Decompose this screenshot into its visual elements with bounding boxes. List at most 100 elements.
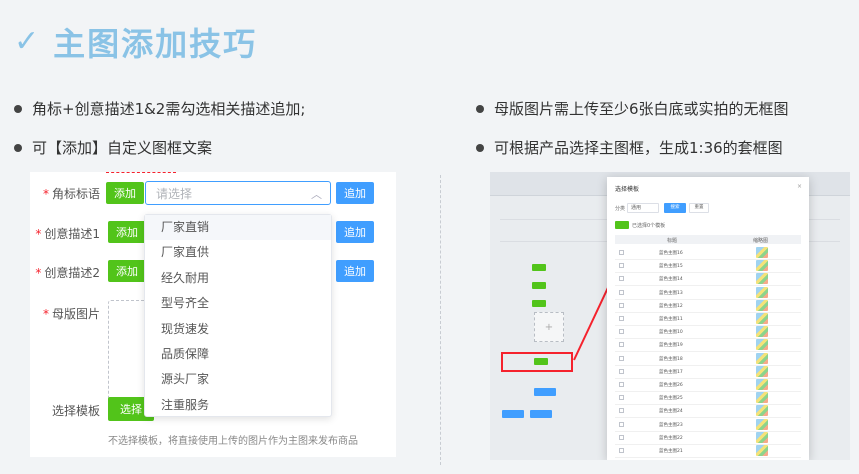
bullet-text: 角标+创意描述1&2需勾选相关描述追加; bbox=[32, 100, 306, 118]
table-row[interactable]: 蓝色主图10 bbox=[615, 325, 801, 340]
table-row[interactable]: 蓝色主图15 bbox=[615, 259, 801, 274]
checkbox[interactable] bbox=[619, 316, 624, 321]
dropdown-option[interactable]: 厂家直供 bbox=[145, 240, 331, 265]
row-title: 蓝色主图19 bbox=[659, 343, 683, 349]
add-corner-button[interactable]: 添加 bbox=[106, 182, 144, 204]
row-title: 蓝色主图21 bbox=[659, 449, 683, 454]
checkbox[interactable] bbox=[619, 289, 624, 295]
row-title: 蓝色主图15 bbox=[659, 264, 683, 270]
append-corner-button[interactable]: 追加 bbox=[336, 182, 374, 204]
table-row[interactable]: 蓝色主图23 bbox=[615, 418, 801, 432]
thumbnail-image bbox=[756, 418, 768, 430]
template-label: 选择模板 bbox=[51, 404, 100, 418]
thumbnail-image bbox=[756, 260, 768, 272]
append-desc1-button[interactable]: 追加 bbox=[336, 221, 374, 243]
table-row[interactable]: 蓝色主图11 bbox=[615, 312, 801, 326]
add-desc2-button[interactable]: 添加 bbox=[108, 260, 146, 282]
corner-select[interactable]: 请选择 ︿ bbox=[145, 181, 331, 205]
bullet-dot-icon bbox=[476, 104, 484, 113]
thumbnail-image bbox=[756, 405, 768, 417]
checkbox[interactable] bbox=[619, 329, 624, 335]
table-row[interactable]: 蓝色主图21 bbox=[615, 444, 801, 458]
checkbox[interactable] bbox=[619, 342, 624, 348]
checkbox[interactable] bbox=[619, 448, 624, 453]
checkbox[interactable] bbox=[619, 421, 624, 427]
page-title: 主图添加技巧 bbox=[53, 25, 258, 63]
table-row[interactable]: 蓝色主图12 bbox=[615, 299, 801, 313]
table-row[interactable]: 蓝色主图17 bbox=[615, 365, 801, 379]
table-row[interactable]: 蓝色主图13 bbox=[615, 286, 801, 300]
check-icon: ✓ bbox=[14, 24, 40, 59]
filter-select[interactable]: 通用 bbox=[627, 203, 659, 213]
checkbox[interactable] bbox=[619, 276, 624, 282]
modal-title: 选择模板 bbox=[615, 186, 640, 193]
corner-dropdown: 厂家直销 厂家直供 经久耐用 型号齐全 现货速发 品质保障 源头厂家 注重服务 bbox=[144, 214, 332, 417]
thumbnail-image bbox=[756, 352, 768, 364]
table-row[interactable]: 蓝色主图22 bbox=[615, 431, 801, 445]
checkbox[interactable] bbox=[619, 250, 624, 255]
row-title: 蓝色主图18 bbox=[659, 356, 683, 362]
thumbnail-image bbox=[756, 299, 768, 311]
bullet-dot-icon bbox=[14, 143, 22, 152]
master-image-label: * 母版图片 bbox=[42, 307, 100, 321]
search-button[interactable]: 搜索 bbox=[664, 203, 686, 213]
checkbox[interactable] bbox=[619, 302, 624, 308]
checkbox[interactable] bbox=[619, 408, 624, 414]
table-row[interactable]: 蓝色主图18 bbox=[615, 352, 801, 366]
table-row[interactable]: 蓝色主图26 bbox=[615, 378, 801, 392]
append-desc2-button[interactable]: 追加 bbox=[336, 260, 374, 282]
checkbox[interactable] bbox=[619, 395, 624, 401]
table-row[interactable]: 蓝色主图14 bbox=[615, 272, 801, 287]
reset-button[interactable]: 重置 bbox=[689, 203, 709, 213]
confirm-button[interactable] bbox=[615, 221, 629, 229]
column-divider bbox=[440, 175, 441, 465]
bullet-dot-icon bbox=[476, 143, 484, 152]
corner-label: * 角标标语 bbox=[42, 187, 100, 201]
row-title: 蓝色主图26 bbox=[659, 383, 683, 388]
add-desc1-button[interactable]: 添加 bbox=[108, 221, 146, 243]
dropdown-option[interactable]: 品质保障 bbox=[145, 342, 331, 367]
red-annotation bbox=[106, 172, 176, 175]
row-title: 蓝色主图22 bbox=[659, 435, 683, 441]
thumbnail-image bbox=[756, 379, 768, 390]
checkbox[interactable] bbox=[619, 355, 624, 361]
thumbnail-image bbox=[756, 286, 768, 298]
thumbnail-image bbox=[756, 365, 768, 377]
dropdown-option[interactable]: 源头厂家 bbox=[145, 367, 331, 392]
bullet-item: 母版图片需上传至少6张白底或实拍的无框图 bbox=[476, 98, 789, 119]
checkbox[interactable] bbox=[619, 368, 624, 374]
bullet-item: 可根据产品选择主图框，生成1:36的套框图 bbox=[476, 137, 783, 158]
close-icon[interactable]: × bbox=[797, 183, 802, 190]
dropdown-option[interactable]: 注重服务 bbox=[145, 393, 331, 418]
desc2-label: * 创意描述2 bbox=[35, 266, 100, 280]
table-row[interactable]: 蓝色主图24 bbox=[615, 404, 801, 419]
bullet-text: 可根据产品选择主图框，生成1:36的套框图 bbox=[494, 139, 783, 157]
row-title: 蓝色主图17 bbox=[659, 369, 683, 375]
col-title: 标题 bbox=[667, 238, 678, 244]
dropdown-option[interactable]: 型号齐全 bbox=[145, 291, 331, 316]
row-title: 蓝色主图12 bbox=[659, 303, 683, 309]
bullet-item: 角标+创意描述1&2需勾选相关描述追加; bbox=[14, 98, 305, 119]
checkbox[interactable] bbox=[619, 434, 624, 440]
template-modal: 选择模板 × 分类 通用 搜索 重置 已选择0个模板 标题 缩略图 蓝色主图16… bbox=[607, 177, 809, 460]
selected-count: 已选择0个模板 bbox=[632, 223, 666, 229]
template-screenshot: + 选择模板 × 分类 通用 搜索 重置 已选择0个模板 标题 缩略图 蓝色主图… bbox=[490, 172, 850, 460]
table-row[interactable]: 蓝色主图25 bbox=[615, 391, 801, 406]
thumbnail-image bbox=[756, 273, 768, 285]
checkbox[interactable] bbox=[619, 263, 624, 269]
thumbnail-image bbox=[756, 431, 768, 443]
thumbnail-image bbox=[756, 313, 768, 324]
table-row[interactable]: 蓝色主图16 bbox=[615, 246, 801, 260]
template-hint: 不选择模板，将直接使用上传的图片作为主图来发布商品 bbox=[108, 436, 358, 447]
dropdown-option[interactable]: 现货速发 bbox=[145, 317, 331, 342]
table-header: 标题 缩略图 bbox=[615, 235, 801, 244]
desc1-label: * 创意描述1 bbox=[35, 227, 100, 241]
section-title: ✓ 主图添加技巧 bbox=[14, 20, 257, 64]
row-title: 蓝色主图11 bbox=[659, 317, 683, 322]
dropdown-option[interactable]: 厂家直销 bbox=[145, 215, 331, 241]
checkbox[interactable] bbox=[619, 382, 624, 387]
dropdown-option[interactable]: 经久耐用 bbox=[145, 266, 331, 291]
row-title: 蓝色主图16 bbox=[659, 251, 683, 256]
row-title: 蓝色主图25 bbox=[659, 396, 683, 402]
table-row[interactable]: 蓝色主图19 bbox=[615, 338, 801, 353]
